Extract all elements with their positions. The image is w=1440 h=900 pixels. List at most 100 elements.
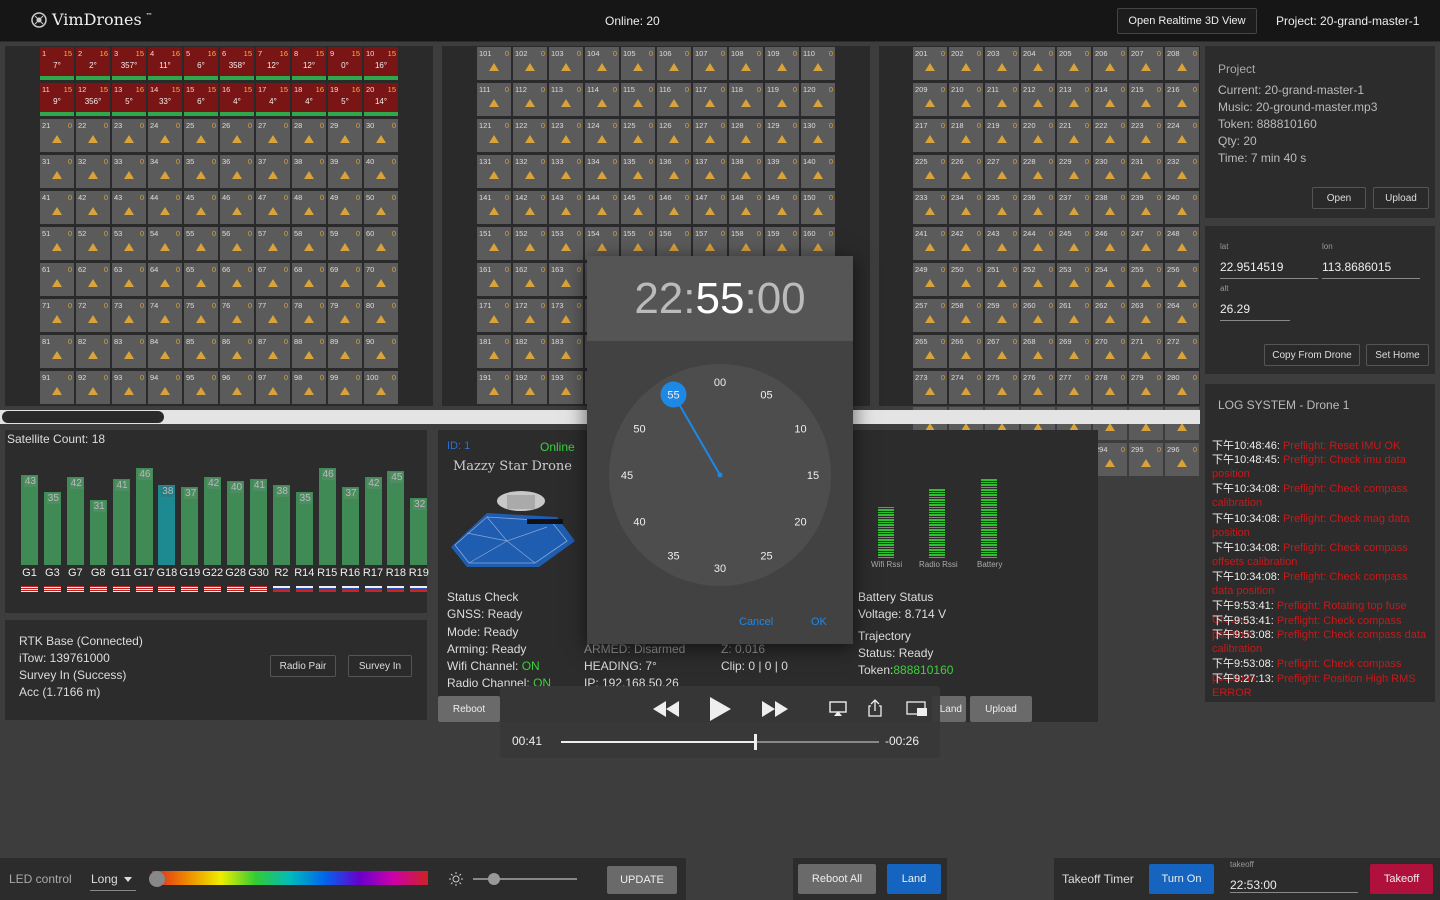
drone-cell-294[interactable]: 294 0 bbox=[1093, 443, 1127, 476]
drone-cell-276[interactable]: 276 0 bbox=[1021, 371, 1055, 404]
drone-cell-259[interactable]: 259 0 bbox=[985, 299, 1019, 332]
drone-cell-275[interactable]: 275 0 bbox=[985, 371, 1019, 404]
drone-cell-250[interactable]: 250 0 bbox=[949, 263, 983, 296]
drone-cell-89[interactable]: 89 0 bbox=[328, 335, 362, 368]
drone-cell-226[interactable]: 226 0 bbox=[949, 155, 983, 188]
drone-cell-59[interactable]: 59 0 bbox=[328, 227, 362, 260]
drone-cell-142[interactable]: 142 0 bbox=[513, 191, 547, 224]
drone-cell-203[interactable]: 203 0 bbox=[985, 47, 1019, 80]
drone-cell-262[interactable]: 262 0 bbox=[1093, 299, 1127, 332]
drone-cell-11[interactable]: 11 15 9° bbox=[40, 83, 74, 116]
drone-cell-272[interactable]: 272 0 bbox=[1165, 335, 1199, 368]
drone-cell-67[interactable]: 67 0 bbox=[256, 263, 290, 296]
drone-cell-220[interactable]: 220 0 bbox=[1021, 119, 1055, 152]
drone-cell-54[interactable]: 54 0 bbox=[148, 227, 182, 260]
drone-cell-95[interactable]: 95 0 bbox=[184, 371, 218, 404]
drone-cell-231[interactable]: 231 0 bbox=[1129, 155, 1163, 188]
takeoff-button[interactable]: Takeoff bbox=[1370, 864, 1433, 894]
drone-cell-77[interactable]: 77 0 bbox=[256, 299, 290, 332]
drone-cell-61[interactable]: 61 0 bbox=[40, 263, 74, 296]
drone-cell-264[interactable]: 264 0 bbox=[1165, 299, 1199, 332]
drone-cell-234[interactable]: 234 0 bbox=[949, 191, 983, 224]
reboot-all-button[interactable]: Reboot All bbox=[798, 864, 876, 894]
drone-cell-144[interactable]: 144 0 bbox=[585, 191, 619, 224]
drone-cell-108[interactable]: 108 0 bbox=[729, 47, 763, 80]
project-upload-button[interactable]: Upload bbox=[1373, 187, 1429, 209]
drone-cell-211[interactable]: 211 0 bbox=[985, 83, 1019, 116]
drone-cell-219[interactable]: 219 0 bbox=[985, 119, 1019, 152]
drone-cell-117[interactable]: 117 0 bbox=[693, 83, 727, 116]
drone-cell-204[interactable]: 204 0 bbox=[1021, 47, 1055, 80]
drone-cell-110[interactable]: 110 0 bbox=[801, 47, 835, 80]
share-icon[interactable] bbox=[868, 699, 882, 717]
drone-cell-6[interactable]: 6 15 358° bbox=[220, 47, 254, 80]
seconds-display[interactable]: 00 bbox=[757, 274, 806, 323]
drone-cell-161[interactable]: 161 0 bbox=[477, 263, 511, 296]
rewind-icon[interactable] bbox=[652, 700, 680, 718]
drone-cell-53[interactable]: 53 0 bbox=[112, 227, 146, 260]
drone-cell-30[interactable]: 30 0 bbox=[364, 119, 398, 152]
drone-cell-51[interactable]: 51 0 bbox=[40, 227, 74, 260]
drone-cell-75[interactable]: 75 0 bbox=[184, 299, 218, 332]
drone-cell-257[interactable]: 257 0 bbox=[913, 299, 947, 332]
drone-cell-112[interactable]: 112 0 bbox=[513, 83, 547, 116]
drone-cell-233[interactable]: 233 0 bbox=[913, 191, 947, 224]
drone-cell-296[interactable]: 296 0 bbox=[1165, 443, 1199, 476]
drone-cell-60[interactable]: 60 0 bbox=[364, 227, 398, 260]
dial-label-15[interactable]: 15 bbox=[807, 470, 819, 482]
drone-cell-210[interactable]: 210 0 bbox=[949, 83, 983, 116]
drone-cell-26[interactable]: 26 0 bbox=[220, 119, 254, 152]
drone-cell-93[interactable]: 93 0 bbox=[112, 371, 146, 404]
drone-cell-22[interactable]: 22 0 bbox=[76, 119, 110, 152]
drone-cell-81[interactable]: 81 0 bbox=[40, 335, 74, 368]
drone-cell-74[interactable]: 74 0 bbox=[148, 299, 182, 332]
drone-cell-100[interactable]: 100 0 bbox=[364, 371, 398, 404]
drone-cell-214[interactable]: 214 0 bbox=[1093, 83, 1127, 116]
drone-cell-244[interactable]: 244 0 bbox=[1021, 227, 1055, 260]
drone-cell-147[interactable]: 147 0 bbox=[693, 191, 727, 224]
drone-cell-181[interactable]: 181 0 bbox=[477, 335, 511, 368]
drone-cell-1[interactable]: 1 15 7° bbox=[40, 47, 74, 80]
drone-cell-35[interactable]: 35 0 bbox=[184, 155, 218, 188]
drone-cell-10[interactable]: 10 15 16° bbox=[364, 47, 398, 80]
drone-cell-268[interactable]: 268 0 bbox=[1021, 335, 1055, 368]
drone-cell-151[interactable]: 151 0 bbox=[477, 227, 511, 260]
brightness-knob[interactable] bbox=[487, 873, 500, 885]
drone-cell-99[interactable]: 99 0 bbox=[328, 371, 362, 404]
drone-cell-84[interactable]: 84 0 bbox=[148, 335, 182, 368]
drone-cell-150[interactable]: 150 0 bbox=[801, 191, 835, 224]
drone-cell-146[interactable]: 146 0 bbox=[657, 191, 691, 224]
dial-label-05[interactable]: 05 bbox=[760, 389, 772, 401]
drone-cell-207[interactable]: 207 0 bbox=[1129, 47, 1163, 80]
led-color-knob[interactable] bbox=[149, 871, 165, 887]
dial-label-25[interactable]: 25 bbox=[760, 551, 772, 563]
drone-cell-127[interactable]: 127 0 bbox=[693, 119, 727, 152]
drone-cell-153[interactable]: 153 0 bbox=[549, 227, 583, 260]
turn-on-timer-button[interactable]: Turn On bbox=[1149, 864, 1214, 894]
drone-cell-221[interactable]: 221 0 bbox=[1057, 119, 1091, 152]
drone-cell-12[interactable]: 12 15 356° bbox=[76, 83, 110, 116]
drone-cell-140[interactable]: 140 0 bbox=[801, 155, 835, 188]
drone-cell-115[interactable]: 115 0 bbox=[621, 83, 655, 116]
drone-cell-71[interactable]: 71 0 bbox=[40, 299, 74, 332]
drone-cell-87[interactable]: 87 0 bbox=[256, 335, 290, 368]
fast-forward-icon[interactable] bbox=[761, 700, 789, 718]
drone-cell-7[interactable]: 7 16 12° bbox=[256, 47, 290, 80]
drone-cell-145[interactable]: 145 0 bbox=[621, 191, 655, 224]
play-icon[interactable] bbox=[708, 696, 732, 722]
drone-cell-270[interactable]: 270 0 bbox=[1093, 335, 1127, 368]
drone-cell-109[interactable]: 109 0 bbox=[765, 47, 799, 80]
drone-cell-258[interactable]: 258 0 bbox=[949, 299, 983, 332]
drone-cell-126[interactable]: 126 0 bbox=[657, 119, 691, 152]
drone-cell-9[interactable]: 9 15 0° bbox=[328, 47, 362, 80]
drone-cell-217[interactable]: 217 0 bbox=[913, 119, 947, 152]
lon-field[interactable]: 113.8686015 bbox=[1322, 260, 1420, 279]
drone-cell-97[interactable]: 97 0 bbox=[256, 371, 290, 404]
drone-cell-267[interactable]: 267 0 bbox=[985, 335, 1019, 368]
dial-label-35[interactable]: 35 bbox=[667, 551, 679, 563]
drone-cell-228[interactable]: 228 0 bbox=[1021, 155, 1055, 188]
drone-cell-256[interactable]: 256 0 bbox=[1165, 263, 1199, 296]
drone-cell-125[interactable]: 125 0 bbox=[621, 119, 655, 152]
drone-cell-116[interactable]: 116 0 bbox=[657, 83, 691, 116]
drone-cell-223[interactable]: 223 0 bbox=[1129, 119, 1163, 152]
